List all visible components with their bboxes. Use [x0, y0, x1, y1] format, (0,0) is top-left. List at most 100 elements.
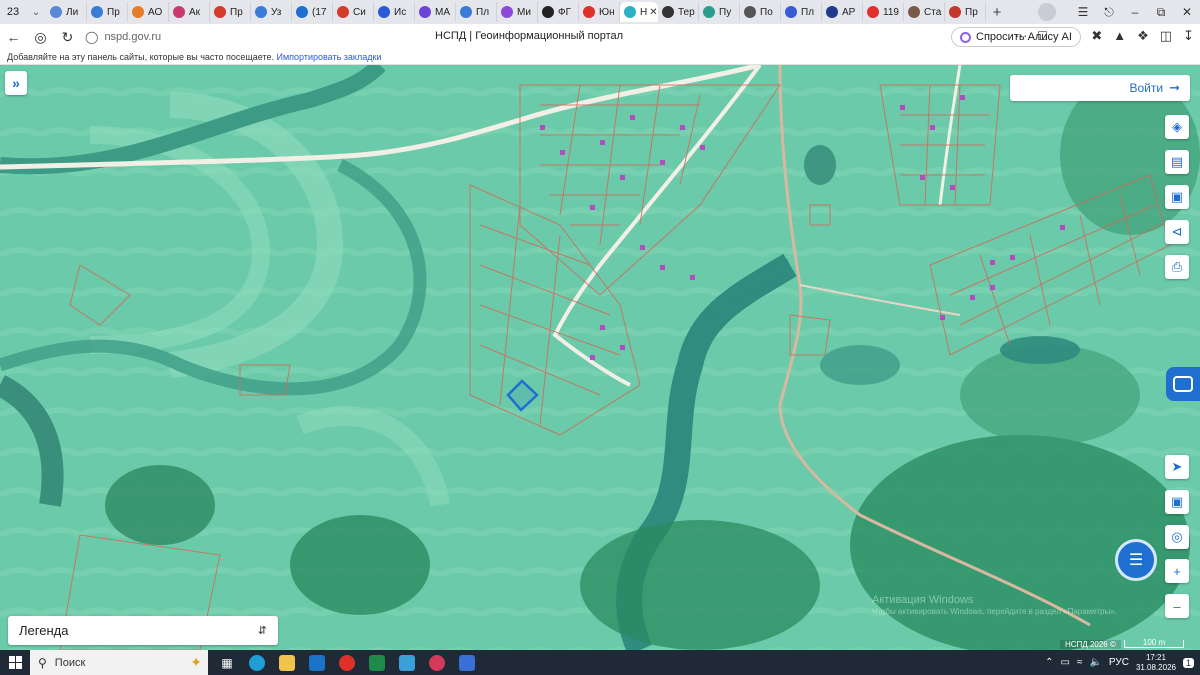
language-indicator[interactable]: РУС [1109, 657, 1129, 668]
my-location-button[interactable]: ➤ [1165, 455, 1189, 479]
start-button[interactable] [0, 656, 30, 669]
clock[interactable]: 17:21 31.08.2026 [1136, 653, 1176, 673]
excel-icon[interactable] [366, 652, 388, 674]
yandex-browser-icon[interactable] [336, 652, 358, 674]
tab-19[interactable]: АР [822, 2, 863, 22]
import-bookmarks-link[interactable]: Импортировать закладки [277, 52, 382, 62]
tab-6[interactable]: (17 [292, 2, 333, 22]
tools-icon[interactable]: ✖ [1091, 28, 1102, 44]
file-explorer-icon[interactable] [276, 652, 298, 674]
search-icon: ⚲ [38, 655, 47, 670]
select-area-button[interactable]: ▣ [1165, 185, 1189, 209]
zoom-out-button[interactable]: – [1165, 594, 1189, 618]
tab-list-chevron-icon[interactable]: ⌄ [26, 7, 46, 18]
tab-12[interactable]: ФГ [538, 2, 579, 22]
chat-assistant-button[interactable]: ☰ [1115, 539, 1157, 581]
clock-date: 31.08.2026 [1135, 662, 1176, 672]
tab-22[interactable]: Пр [945, 2, 986, 22]
minimap-button[interactable]: ▣ [1165, 490, 1189, 514]
tab-count-badge[interactable]: 23 [0, 0, 26, 24]
max-icon [419, 6, 431, 18]
back-icon[interactable]: ← [0, 29, 27, 45]
wifi-icon[interactable]: ≈ [1077, 657, 1083, 668]
tab-10[interactable]: Пл [456, 2, 497, 22]
taskbar-apps: ▦ [216, 652, 478, 674]
globe-icon [255, 6, 267, 18]
task-view-icon[interactable]: ▦ [216, 652, 238, 674]
dot-icon [826, 6, 838, 18]
tab-20[interactable]: 119 [863, 2, 904, 22]
edge-icon[interactable] [246, 652, 268, 674]
geolocation-icon: ◎ [1171, 529, 1183, 544]
tab-17[interactable]: По [740, 2, 781, 22]
feather-app-icon[interactable] [396, 652, 418, 674]
tab-9[interactable]: МА [415, 2, 456, 22]
tools-app-icon[interactable] [456, 652, 478, 674]
extensions-icon[interactable]: ❖ [1137, 28, 1149, 44]
shield-icon[interactable]: ◫ [1160, 28, 1172, 44]
map-imagery[interactable] [0, 65, 1200, 650]
tab-label: МА [435, 6, 450, 18]
satellite-map[interactable]: » Войти ➞ ◈ ▤ ▣ ⊲ ⎙ ➤ ▣ ◎ + – ☰ Легенда … [0, 65, 1200, 650]
tab-7[interactable]: Си [333, 2, 374, 22]
home-icon [662, 6, 674, 18]
measure-button[interactable]: ▤ [1165, 150, 1189, 174]
print-icon: ⎙ [1171, 259, 1183, 274]
menu-icon[interactable]: ☰ [1070, 5, 1096, 19]
ruler-icon: ▤ [1170, 154, 1184, 169]
hat-icon[interactable]: ▲ [1113, 28, 1126, 44]
download-icon[interactable]: ↧ [1183, 28, 1194, 44]
minimize-icon[interactable]: – [1122, 5, 1148, 19]
tab-13[interactable]: Юн [579, 2, 620, 22]
tab-8[interactable]: Ис [374, 2, 415, 22]
print-button[interactable]: ⎙ [1165, 255, 1189, 279]
share-icon: ⊲ [1171, 224, 1183, 239]
tray-chevron-icon[interactable]: ⌃ [1045, 657, 1053, 668]
map-copyright: НСПД 2026 © [1060, 640, 1121, 649]
geolocation-button[interactable]: ◎ [1165, 525, 1189, 549]
window-controls: ☰ ⎋ – ⧉ ✕ [1038, 0, 1200, 24]
taskbar-search[interactable]: ⚲ Поиск ✦ [30, 650, 208, 675]
tab-label: 119 [883, 6, 899, 18]
tab-16[interactable]: Пу [699, 2, 740, 22]
tab-1[interactable]: Пр [87, 2, 128, 22]
tab-label: ФГ [558, 6, 572, 18]
reader-mode-icon[interactable]: ◎ [27, 29, 54, 46]
layers-button[interactable]: ◈ [1165, 115, 1189, 139]
tab-18[interactable]: Пл [781, 2, 822, 22]
tab-label: Пл [476, 6, 490, 18]
volume-icon[interactable]: 🔈 [1089, 657, 1101, 668]
tab-21[interactable]: Ста [904, 2, 945, 22]
login-button[interactable]: Войти ➞ [1010, 75, 1190, 101]
site-security-icon[interactable]: ◯ [85, 30, 98, 44]
legend-dropdown[interactable]: Легенда ⇵ [8, 616, 278, 645]
notification-badge[interactable]: 1 [1182, 657, 1194, 668]
url-field[interactable]: nspd.gov.ru [104, 31, 404, 43]
pin-window-icon[interactable]: ⎋ [1096, 5, 1122, 20]
side-help-tab[interactable] [1166, 367, 1200, 401]
tab-5[interactable]: Уз [251, 2, 292, 22]
network-icon[interactable]: ▭ [1061, 657, 1070, 668]
close-window-icon[interactable]: ✕ [1174, 5, 1200, 19]
tab-15[interactable]: Тер [658, 2, 699, 22]
tab-4[interactable]: Пр [210, 2, 251, 22]
system-tray: ⌃ ▭ ≈ 🔈 РУС 17:21 31.08.2026 1 [1045, 650, 1200, 675]
tab-14[interactable]: Н ✕ [620, 2, 658, 22]
ask-alice-button[interactable]: Спросить Алису AI [951, 27, 1081, 47]
tab-2[interactable]: АО [128, 2, 169, 22]
outlook-icon[interactable] [306, 652, 328, 674]
expand-panel-button[interactable]: » [5, 71, 27, 95]
tab-0[interactable]: Ли [46, 2, 87, 22]
maximize-icon[interactable]: ⧉ [1148, 5, 1174, 20]
tab-3[interactable]: Ак [169, 2, 210, 22]
tab-11[interactable]: Ми [497, 2, 538, 22]
close-tab-icon[interactable]: ✕ [649, 7, 657, 18]
reload-icon[interactable]: ↻ [54, 29, 81, 46]
profile-avatar-icon[interactable] [1038, 3, 1056, 21]
updown-chevron-icon: ⇵ [257, 625, 267, 637]
tab-label: Си [353, 6, 366, 18]
c-app-icon[interactable] [426, 652, 448, 674]
new-tab-button[interactable]: + [986, 4, 1008, 21]
zoom-in-button[interactable]: + [1165, 559, 1189, 583]
share-button[interactable]: ⊲ [1165, 220, 1189, 244]
